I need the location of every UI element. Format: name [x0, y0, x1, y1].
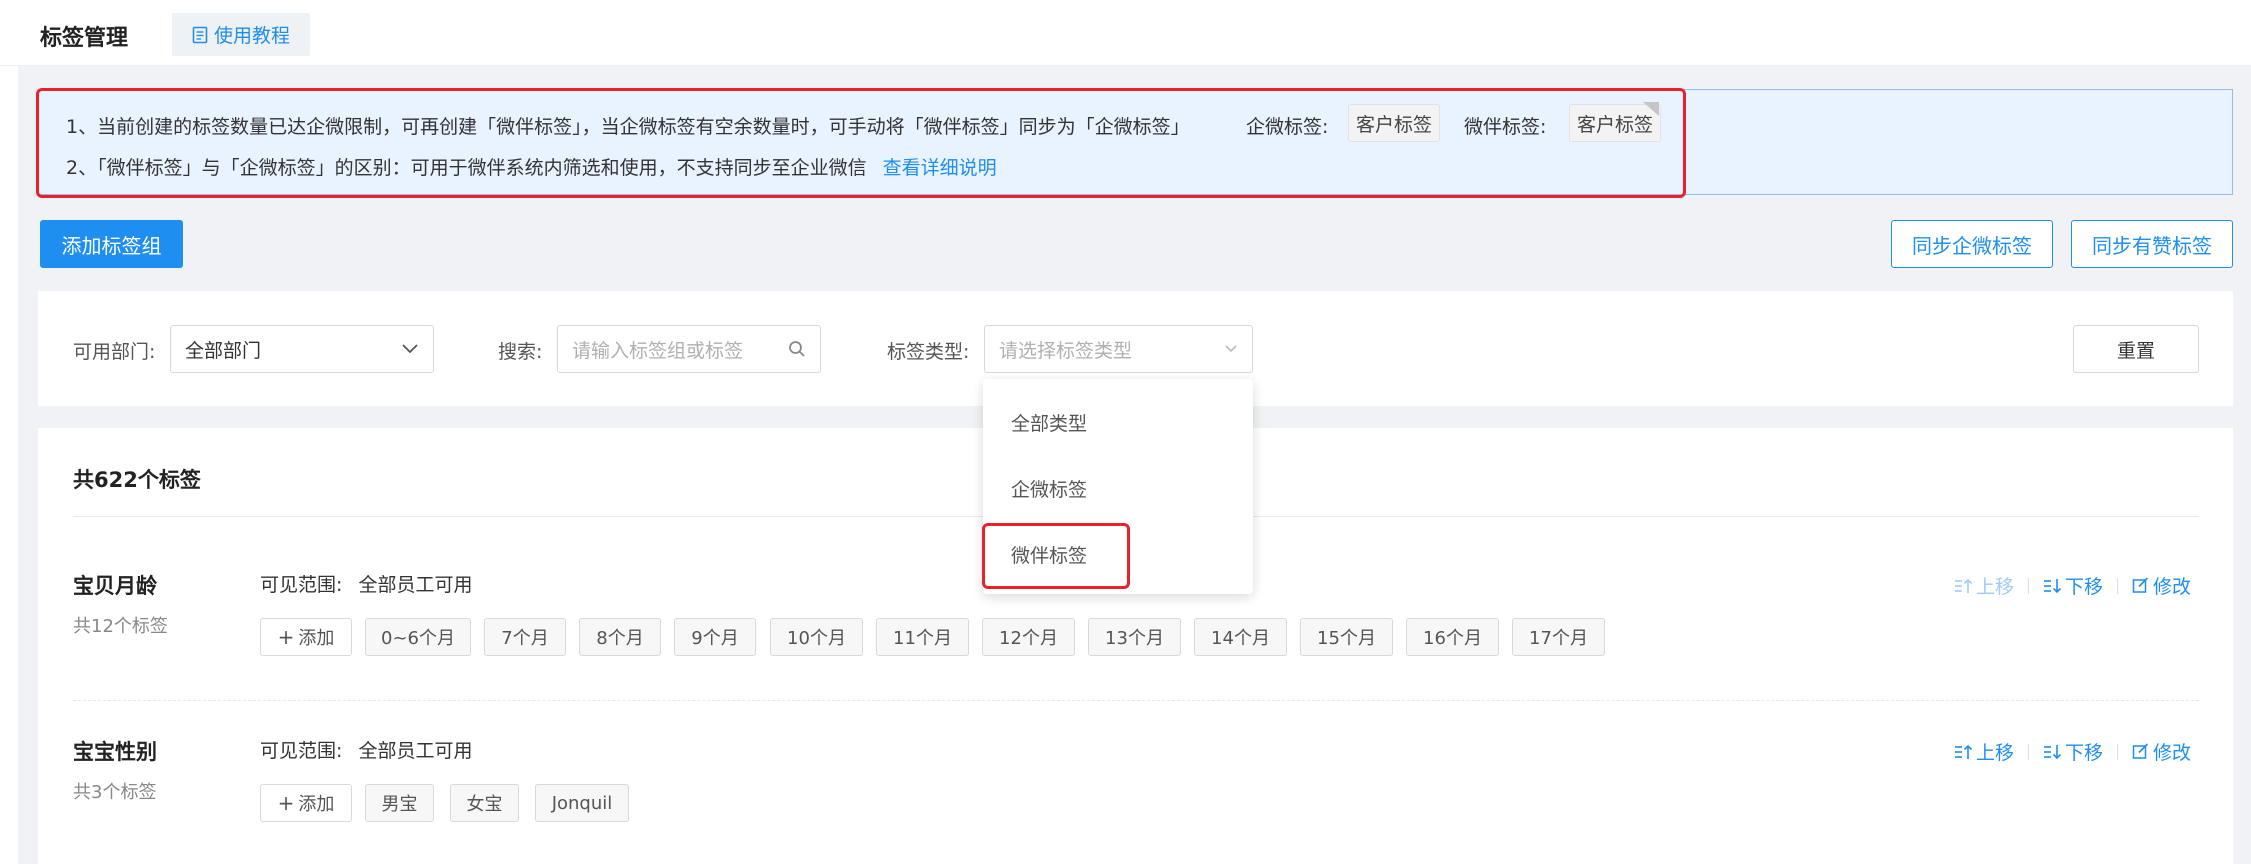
move-up-button[interactable]: 上移	[1954, 738, 2014, 765]
group-count: 共3个标签	[73, 782, 157, 803]
tag-chip[interactable]: 男宝	[365, 784, 434, 822]
highlight-box-option	[982, 523, 1130, 589]
group-actions: 上移 下移 修改	[1954, 738, 2191, 765]
dept-select[interactable]: 全部部门	[170, 325, 434, 373]
move-up-label: 上移	[1976, 576, 2015, 598]
action-separator	[2028, 743, 2030, 760]
action-separator	[2117, 577, 2119, 594]
move-down-button[interactable]: 下移	[2043, 572, 2103, 599]
move-down-button[interactable]: 下移	[2043, 738, 2103, 765]
tutorial-label: 使用教程	[213, 25, 290, 47]
add-tag-button[interactable]: + 添加	[260, 784, 352, 822]
move-down-label: 下移	[2065, 742, 2104, 764]
add-tag-button[interactable]: + 添加	[260, 618, 352, 656]
add-tag-group-button[interactable]: 添加标签组	[40, 220, 183, 268]
edit-icon	[2132, 577, 2149, 594]
reset-button[interactable]: 重置	[2073, 325, 2199, 373]
dept-label: 可用部门:	[73, 341, 156, 363]
move-up-icon	[1954, 578, 1972, 594]
edit-icon	[2132, 743, 2149, 760]
highlight-box-notice	[36, 88, 1686, 198]
move-down-icon	[2043, 578, 2062, 594]
chevron-down-icon	[401, 343, 419, 355]
tag-chip[interactable]: 11个月	[876, 618, 969, 656]
tag-chip[interactable]: 7个月	[484, 618, 566, 656]
scope-value: 全部员工可用	[358, 740, 473, 762]
type-placeholder: 请选择标签类型	[999, 339, 1133, 362]
plus-icon: +	[277, 625, 295, 649]
edit-label: 修改	[2153, 742, 2192, 764]
group-actions: 上移 下移 修改	[1954, 572, 2191, 599]
document-icon	[192, 26, 208, 44]
move-up-label: 上移	[1976, 742, 2015, 764]
group-scope: 可见范围: 全部员工可用	[260, 570, 472, 597]
move-down-icon	[2043, 744, 2062, 760]
scope-label: 可见范围:	[260, 574, 343, 596]
move-down-label: 下移	[2065, 576, 2104, 598]
dropdown-option-all[interactable]: 全部类型	[1011, 409, 1087, 436]
scope-label: 可见范围:	[260, 740, 343, 762]
group-name: 宝宝性别	[73, 740, 157, 764]
search-label: 搜索:	[498, 341, 543, 363]
dept-value: 全部部门	[185, 339, 262, 362]
action-separator	[2117, 743, 2119, 760]
tag-chip[interactable]: 0~6个月	[365, 618, 471, 656]
edit-button[interactable]: 修改	[2132, 738, 2191, 765]
dropdown-option-qiwei[interactable]: 企微标签	[1011, 475, 1087, 502]
group-name: 宝贝月龄	[73, 574, 157, 598]
group-count: 共12个标签	[73, 616, 168, 637]
tag-chip[interactable]: 8个月	[579, 618, 661, 656]
tag-chip[interactable]: 16个月	[1406, 618, 1499, 656]
plus-icon: +	[277, 791, 295, 815]
add-tag-label: 添加	[298, 628, 335, 649]
move-up-icon	[1954, 744, 1972, 760]
search-icon[interactable]	[788, 340, 806, 358]
search-input[interactable]: 请输入标签组或标签	[557, 325, 821, 373]
edit-label: 修改	[2153, 576, 2192, 598]
type-select[interactable]: 请选择标签类型	[984, 325, 1253, 373]
sync-qiwei-button[interactable]: 同步企微标签	[1891, 220, 2053, 268]
tag-chip[interactable]: 女宝	[450, 784, 519, 822]
tag-chip[interactable]: 17个月	[1512, 618, 1605, 656]
scope-value: 全部员工可用	[358, 574, 473, 596]
action-separator	[2028, 577, 2030, 594]
chevron-down-icon	[1224, 344, 1238, 354]
sync-youzan-button[interactable]: 同步有赞标签	[2071, 220, 2233, 268]
top-bar	[0, 0, 2251, 66]
total-count: 共622个标签	[73, 468, 201, 492]
edit-button[interactable]: 修改	[2132, 572, 2191, 599]
tag-chip[interactable]: 9个月	[674, 618, 756, 656]
type-label: 标签类型:	[887, 341, 970, 363]
tag-chip[interactable]: 10个月	[770, 618, 863, 656]
search-placeholder: 请输入标签组或标签	[572, 339, 744, 362]
move-up-button[interactable]: 上移	[1954, 572, 2014, 599]
page-title: 标签管理	[40, 26, 129, 51]
tutorial-button[interactable]: 使用教程	[172, 13, 310, 56]
tag-chip[interactable]: 12个月	[982, 618, 1075, 656]
tag-chip[interactable]: Jonquil	[535, 784, 629, 822]
tag-chip[interactable]: 13个月	[1088, 618, 1181, 656]
tag-chip[interactable]: 15个月	[1300, 618, 1393, 656]
tag-chip[interactable]: 14个月	[1194, 618, 1287, 656]
group-scope: 可见范围: 全部员工可用	[260, 736, 472, 763]
group-divider	[73, 700, 2199, 701]
add-tag-label: 添加	[298, 794, 335, 815]
